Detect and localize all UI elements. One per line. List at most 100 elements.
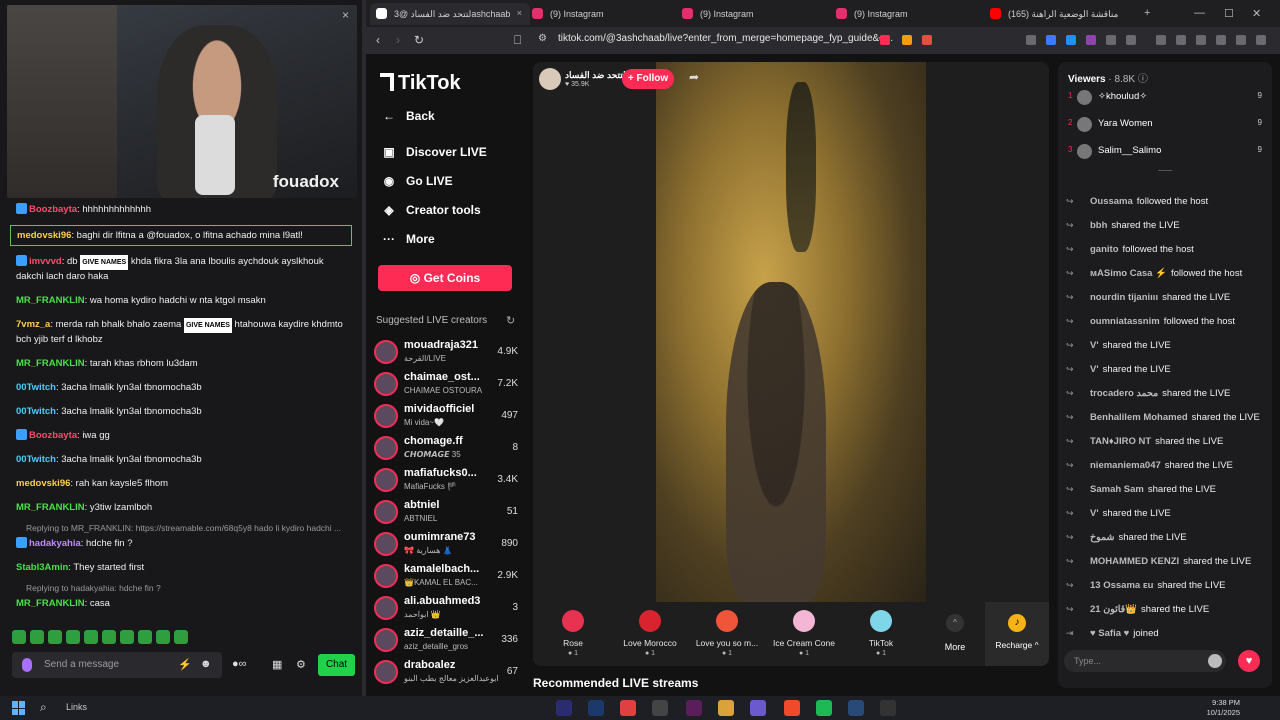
- chat-username[interactable]: Boozbayta: [29, 204, 77, 215]
- browser-tab[interactable]: (165) مناقشة الوضعية الراهنة: [984, 3, 1139, 25]
- app-icon[interactable]: [652, 700, 668, 716]
- bits-icon[interactable]: ⚡: [178, 658, 192, 671]
- sidebar-icon[interactable]: [1176, 35, 1186, 45]
- windows-start-icon[interactable]: [12, 701, 26, 715]
- emoji-icon[interactable]: ☻: [200, 658, 212, 670]
- event-user[interactable]: 13 Ossama ᴇu: [1090, 580, 1153, 591]
- suggested-creator[interactable]: mividaofficiel Mi vida~🤍 497: [374, 402, 518, 432]
- chat-username[interactable]: MR_FRANKLIN: [16, 358, 85, 369]
- chat-username[interactable]: 00Twitch: [16, 406, 56, 417]
- extension-icon[interactable]: [1126, 35, 1136, 45]
- close-tab-icon[interactable]: ×: [517, 8, 522, 18]
- steam-icon[interactable]: [848, 700, 864, 716]
- follow-button[interactable]: + Follow: [622, 69, 674, 89]
- taskbar-links[interactable]: Links: [66, 702, 87, 712]
- browser-tab[interactable]: لتتحد ضد الفساد @3ashchaab ×: [370, 3, 530, 25]
- top-viewer[interactable]: 1 ✧khoulud✧ 9: [1066, 90, 1262, 106]
- suggested-creator[interactable]: chaimae_ost... CHAIMAE OSTOURA 7.2K: [374, 370, 518, 400]
- community-icon[interactable]: ●∞: [232, 658, 247, 670]
- app-icon[interactable]: [620, 700, 636, 716]
- viewers-header[interactable]: Viewers · 8.8K ⓘ: [1068, 70, 1148, 85]
- event-user[interactable]: niemaniema047: [1090, 460, 1161, 471]
- gift-item[interactable]: Love Morocco ● 1: [610, 610, 690, 657]
- warning-icon[interactable]: [922, 35, 932, 45]
- extension-icon[interactable]: [880, 35, 890, 45]
- share-icon[interactable]: ➦: [689, 70, 699, 84]
- gift-item[interactable]: Love you so m... ● 1: [687, 610, 767, 657]
- top-viewer[interactable]: 2 Yara Women 9: [1066, 117, 1262, 133]
- chat-username[interactable]: MR_FRANKLIN: [16, 598, 85, 609]
- event-user[interactable]: ♥ Safia ♥: [1090, 628, 1129, 639]
- obs-icon[interactable]: [880, 700, 896, 716]
- emote-bar[interactable]: [12, 630, 188, 644]
- brave-icon[interactable]: [902, 35, 912, 45]
- top-viewer[interactable]: 3 Salim__Salimo 9: [1066, 144, 1262, 160]
- search-icon[interactable]: ⌕: [40, 700, 47, 715]
- suggested-creator[interactable]: mafiafucks0... MafiaFucks 🏴 3.4K: [374, 466, 518, 496]
- chat-username[interactable]: medovski96: [16, 478, 70, 489]
- extension-icon[interactable]: [1086, 35, 1096, 45]
- extension-icon[interactable]: [1026, 35, 1036, 45]
- close-icon[interactable]: ×: [342, 8, 349, 22]
- spotify-icon[interactable]: [816, 700, 832, 716]
- suggested-creator[interactable]: aziz_detaille_... aziz_detaille_gros 336: [374, 626, 518, 656]
- event-user[interactable]: Oussama: [1090, 196, 1133, 207]
- reload-icon[interactable]: ↻: [414, 33, 424, 47]
- chat-send-button[interactable]: Chat: [318, 654, 355, 676]
- event-user[interactable]: oumniatassnim: [1090, 316, 1160, 327]
- gift-item[interactable]: Rose ● 1: [533, 610, 613, 657]
- nav-creator-tools[interactable]: ◈ Creator tools: [380, 203, 480, 217]
- comment-input[interactable]: Type...: [1064, 650, 1226, 672]
- chat-username[interactable]: MR_FRANKLIN: [16, 502, 85, 513]
- suggested-creator[interactable]: chomage.ff 𝘾𝙃𝙊𝙈𝘼𝙂𝙀 35 8: [374, 434, 518, 464]
- event-user[interactable]: V': [1090, 340, 1099, 351]
- chat-username[interactable]: medovski96: [17, 230, 71, 241]
- minimize-icon[interactable]: —: [1194, 7, 1205, 19]
- suggested-creator[interactable]: ali.abuahmed3 ابواحمد 👑 3: [374, 594, 518, 624]
- host-avatar[interactable]: [539, 68, 561, 90]
- sidebar-icon[interactable]: [1196, 35, 1206, 45]
- suggested-creator[interactable]: mouadraja321 القرحة/LIVE 4.9K: [374, 338, 518, 368]
- suggested-creator[interactable]: oumimrane73 🎀 هسارية 👗 890: [374, 530, 518, 560]
- event-user[interactable]: V': [1090, 364, 1099, 375]
- chat-username[interactable]: MR_FRANKLIN: [16, 295, 85, 306]
- event-user[interactable]: شموخ: [1090, 532, 1115, 543]
- nav-discover-live[interactable]: ▣ Discover LIVE: [380, 145, 486, 159]
- event-user[interactable]: ganito: [1090, 244, 1119, 255]
- suggested-creator[interactable]: abtniel ABTNIEL 51: [374, 498, 518, 528]
- recharge-button[interactable]: ♪ Recharge ^: [985, 602, 1049, 666]
- event-user[interactable]: TAN♦JIRO NT: [1090, 436, 1151, 447]
- new-tab-icon[interactable]: +: [1144, 7, 1150, 19]
- extension-icon[interactable]: [1046, 35, 1056, 45]
- close-icon[interactable]: ✕: [1252, 7, 1261, 20]
- event-user[interactable]: MOHAMMED KENZI: [1090, 556, 1179, 567]
- event-user[interactable]: trocadero محمد: [1090, 388, 1158, 399]
- media-icon[interactable]: [1156, 35, 1166, 45]
- suggested-creator[interactable]: draboalez ابوعبدالعزيز معالج بطب البنو 67: [374, 658, 518, 688]
- brave-icon[interactable]: [784, 700, 800, 716]
- live-video[interactable]: [656, 62, 926, 602]
- chat-username[interactable]: Boozbayta: [29, 430, 77, 441]
- event-user[interactable]: мASimo Casa ⚡: [1090, 268, 1167, 279]
- emoji-icon[interactable]: [1208, 654, 1222, 668]
- extension-icon[interactable]: [1066, 35, 1076, 45]
- clock[interactable]: 9:38 PM 10/1/2025: [1200, 698, 1240, 718]
- chat-username[interactable]: 7vmz_a: [16, 319, 50, 330]
- folder-icon[interactable]: [718, 700, 734, 716]
- nav-more[interactable]: ··· More: [380, 232, 435, 246]
- event-user[interactable]: Benhalilem Mohamed: [1090, 412, 1188, 423]
- nav-go-live[interactable]: ◉ Go LIVE: [380, 174, 453, 188]
- chat-username[interactable]: Stabl3Amin: [16, 562, 68, 573]
- menu-icon[interactable]: [1256, 35, 1266, 45]
- discord-icon[interactable]: [750, 700, 766, 716]
- refresh-icon[interactable]: ↻: [506, 314, 515, 327]
- suggested-creator[interactable]: kamalelbach... 👑KAMAL EL BAC... 2.9K: [374, 562, 518, 592]
- store-icon[interactable]: ▦: [272, 658, 282, 671]
- photoshop-icon[interactable]: [588, 700, 604, 716]
- maximize-icon[interactable]: ☐: [1224, 7, 1234, 20]
- get-coins-button[interactable]: ◎ Get Coins: [378, 265, 512, 291]
- event-user[interactable]: 21 قائون👑: [1090, 604, 1137, 615]
- extension-icon[interactable]: [1106, 35, 1116, 45]
- premiere-icon[interactable]: [556, 700, 572, 716]
- gift-item[interactable]: Ice Cream Cone ● 1: [764, 610, 844, 657]
